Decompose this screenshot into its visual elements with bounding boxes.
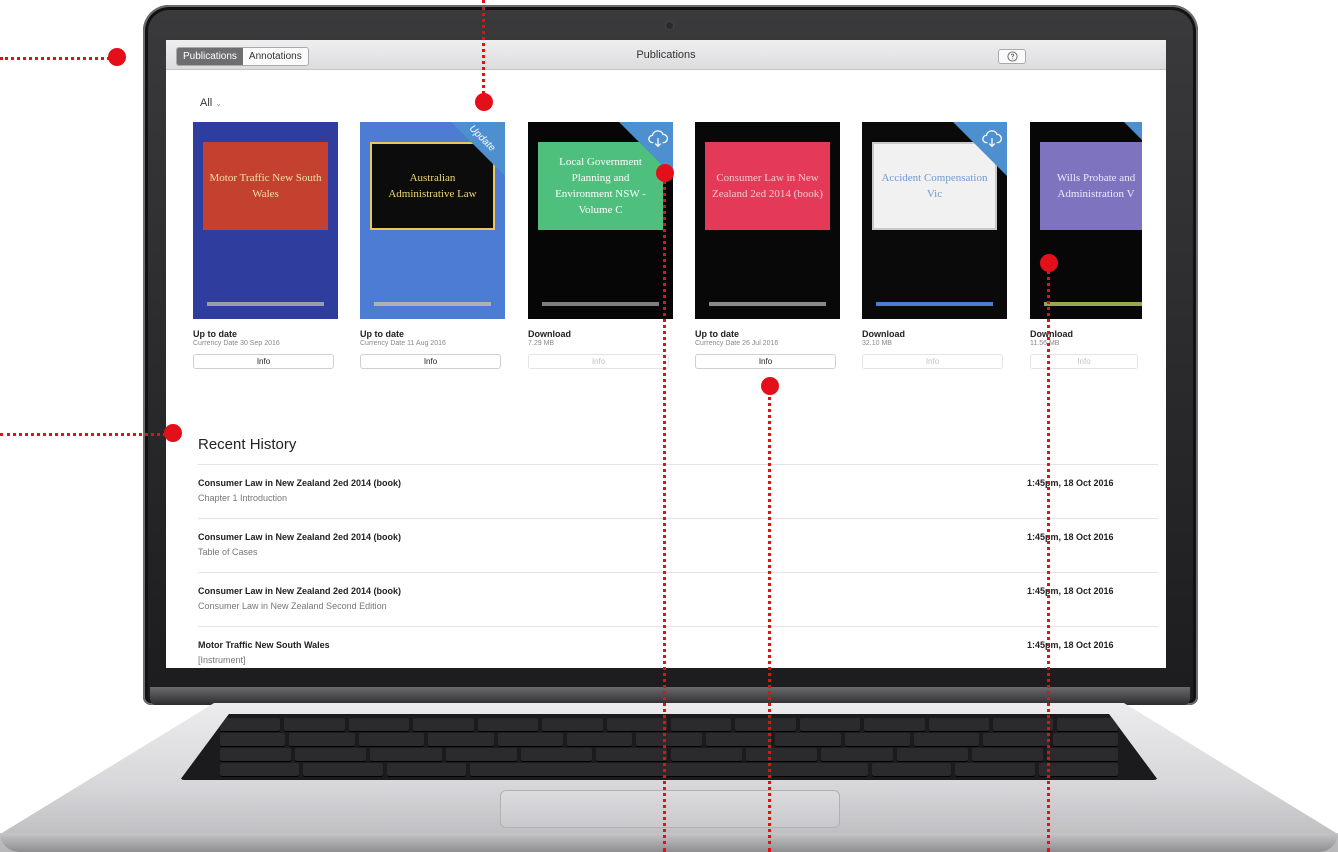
book-cover[interactable]: Local Government Planning and Environmen… [528, 122, 673, 319]
callout-line [1047, 264, 1050, 852]
book-detail: 32.10 MB [862, 340, 892, 347]
info-button[interactable]: Info [695, 354, 836, 369]
book-title: Accident Compensation Vic [872, 142, 997, 230]
callout-line [482, 0, 485, 100]
book-title: Australian Administrative Law [370, 142, 495, 230]
app-screen: Publications Annotations Publications Al… [166, 40, 1166, 668]
publication-card[interactable]: Consumer Law in New Zealand 2ed 2014 (bo… [695, 122, 840, 369]
laptop-base-edge [0, 833, 1338, 852]
book-title: Local Government Planning and Environmen… [538, 142, 663, 230]
book-detail: Currency Date 30 Sep 2016 [193, 340, 280, 347]
help-button[interactable] [998, 49, 1026, 64]
list-item[interactable]: Consumer Law in New Zealand 2ed 2014 (bo… [198, 464, 1158, 518]
history-section: Chapter 1 Introduction [198, 493, 288, 503]
history-section: Table of Cases [198, 547, 258, 557]
publication-card[interactable]: Motor Traffic New South Wales Up to date… [193, 122, 338, 369]
book-cover[interactable]: Accident Compensation Vic [862, 122, 1007, 319]
recent-history-title: Recent History [198, 436, 297, 453]
keyboard [180, 714, 1158, 780]
chevron-down-icon: ⌄ [215, 98, 222, 108]
publication-card[interactable]: Accident Compensation Vic Download 32.10… [862, 122, 1007, 369]
book-cover[interactable]: Australian Administrative Law Update [360, 122, 505, 319]
publication-card[interactable]: Local Government Planning and Environmen… [528, 122, 673, 369]
cloud-download-icon[interactable] [647, 128, 669, 150]
history-time: 1:45pm, 18 Oct 2016 [1027, 478, 1114, 488]
history-time: 1:45pm, 18 Oct 2016 [1027, 532, 1114, 542]
filter-dropdown[interactable]: All ⌄ [200, 97, 222, 109]
book-title: Wills Probate and Administration V [1040, 142, 1142, 230]
book-status: Up to date [695, 329, 739, 339]
publications-grid: Motor Traffic New South Wales Up to date… [166, 122, 1166, 382]
book-title: Motor Traffic New South Wales [203, 142, 328, 230]
info-button[interactable]: Info [528, 354, 669, 369]
book-detail: Currency Date 11 Aug 2016 [360, 340, 446, 347]
callout-dot-book-cover [1040, 254, 1058, 272]
download-ribbon [1122, 122, 1142, 142]
callout-line [663, 174, 666, 852]
history-time: 1:45pm, 18 Oct 2016 [1027, 640, 1114, 650]
book-title: Consumer Law in New Zealand 2ed 2014 (bo… [705, 142, 830, 230]
book-status: Up to date [360, 329, 404, 339]
question-circle-icon [1006, 51, 1018, 62]
list-item[interactable]: Consumer Law in New Zealand 2ed 2014 (bo… [198, 572, 1158, 626]
book-detail: 7.29 MB [528, 340, 555, 347]
history-book: Consumer Law in New Zealand 2ed 2014 (bo… [198, 532, 402, 542]
book-cover[interactable]: Consumer Law in New Zealand 2ed 2014 (bo… [695, 122, 840, 319]
recent-history-list: Consumer Law in New Zealand 2ed 2014 (bo… [198, 464, 1158, 668]
book-status: Up to date [193, 329, 237, 339]
camera-icon [665, 21, 674, 30]
publication-card[interactable]: Australian Administrative Law Update Up … [360, 122, 505, 369]
callout-line [0, 433, 166, 436]
list-item[interactable]: Motor Traffic New South Wales [Instrumen… [198, 626, 1158, 668]
callout-dot-info [761, 377, 779, 395]
info-button[interactable]: Info [193, 354, 334, 369]
history-time: 1:45pm, 18 Oct 2016 [1027, 586, 1114, 596]
info-button[interactable]: Info [862, 354, 1003, 369]
callout-dot-recent-history [164, 424, 182, 442]
laptop-hinge [150, 687, 1190, 705]
filter-label: All [200, 97, 213, 109]
history-section: Consumer Law in New Zealand Second Editi… [198, 601, 387, 611]
marketing-figure: Publications Annotations Publications Al… [0, 0, 1338, 852]
callout-dot-tabs [108, 48, 126, 66]
callout-dot-download [656, 164, 674, 182]
app-toolbar: Publications Annotations Publications [166, 40, 1166, 70]
book-cover[interactable]: Motor Traffic New South Wales [193, 122, 338, 319]
info-button[interactable]: Info [360, 354, 501, 369]
list-item[interactable]: Consumer Law in New Zealand 2ed 2014 (bo… [198, 518, 1158, 572]
trackpad [500, 790, 840, 828]
book-status: Download [528, 329, 571, 339]
history-book: Consumer Law in New Zealand 2ed 2014 (bo… [198, 478, 402, 488]
history-section: [Instrument] [198, 655, 246, 665]
callout-line [0, 57, 110, 60]
history-book: Motor Traffic New South Wales [198, 640, 330, 650]
book-status: Download [862, 329, 905, 339]
callout-dot-update-badge [475, 93, 493, 111]
cloud-download-icon[interactable] [981, 128, 1003, 150]
book-detail: Currency Date 26 Jul 2016 [695, 340, 779, 347]
callout-line [768, 384, 771, 852]
history-book: Consumer Law in New Zealand 2ed 2014 (bo… [198, 586, 402, 596]
